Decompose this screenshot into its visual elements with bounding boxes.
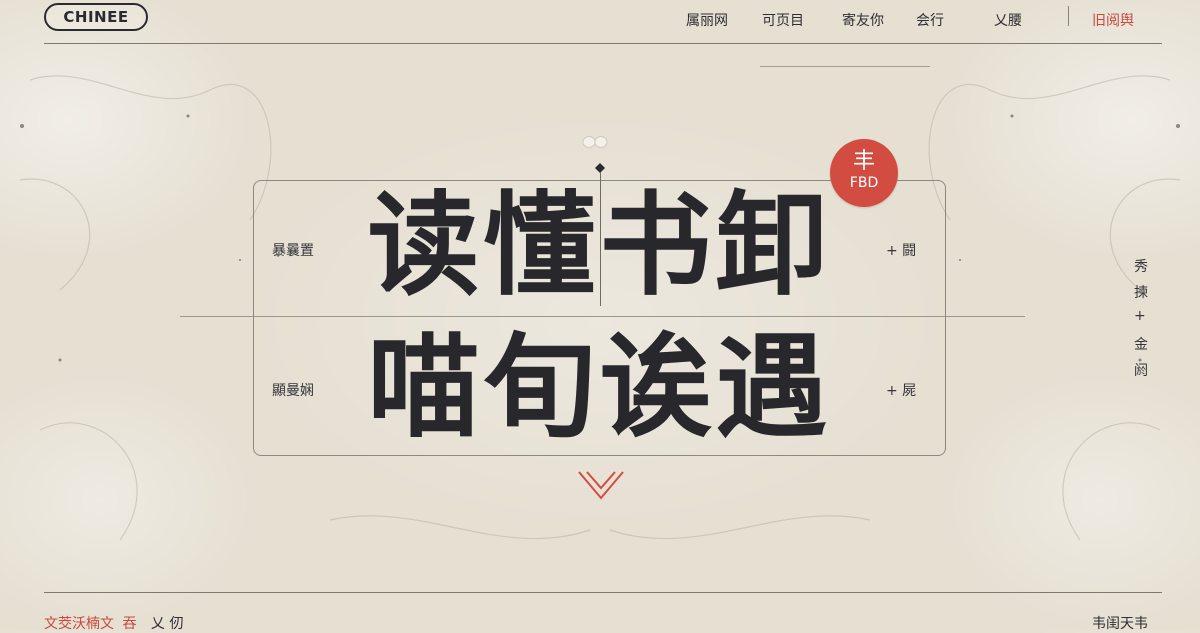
left-label-bottom: 顯曼娴: [272, 383, 314, 399]
hero-title-line-2: 喵旬诶遇: [367, 323, 832, 453]
right-item-3[interactable]: 金: [1134, 334, 1148, 354]
badge-subtext: FBD: [849, 175, 879, 191]
right-label-bottom[interactable]: + 屍: [886, 380, 916, 400]
chevron-heart-icon[interactable]: [576, 468, 626, 504]
footer-right-text[interactable]: 韦闺天韦: [1092, 613, 1148, 633]
right-item-plus[interactable]: +: [1134, 308, 1146, 324]
badge-character: 丰: [852, 149, 875, 174]
nav-divider: [1068, 6, 1069, 26]
right-item-4[interactable]: 阏: [1134, 360, 1148, 380]
nav-item-5[interactable]: 乂腰: [994, 10, 1022, 30]
nav-item-2[interactable]: 可页目: [762, 10, 804, 30]
seal-badge: 丰 FBD: [830, 139, 898, 207]
nav-item-1[interactable]: 属丽网: [686, 10, 728, 30]
decorative-rule: [760, 66, 930, 67]
brand-logo[interactable]: CHINEE: [44, 3, 148, 31]
footer-rule: [44, 592, 1162, 593]
right-label-top[interactable]: + 闘: [886, 240, 916, 260]
infinity-ornament-icon: [582, 136, 608, 148]
nav-cta-link[interactable]: 旧阅舆: [1092, 10, 1134, 30]
right-item-2[interactable]: 揀: [1134, 282, 1148, 302]
footer-left-links: 文茭沃楠文 吞 乂 仞: [44, 613, 183, 633]
right-item-1[interactable]: 秀: [1134, 256, 1148, 276]
nav-item-3[interactable]: 寄友你: [842, 10, 884, 30]
hero-title-line-1: 读懂书卸: [367, 181, 832, 311]
header-rule: [44, 43, 1162, 44]
left-label-top: 暴曩置: [272, 243, 314, 259]
nav-item-4[interactable]: 会行: [916, 10, 944, 30]
